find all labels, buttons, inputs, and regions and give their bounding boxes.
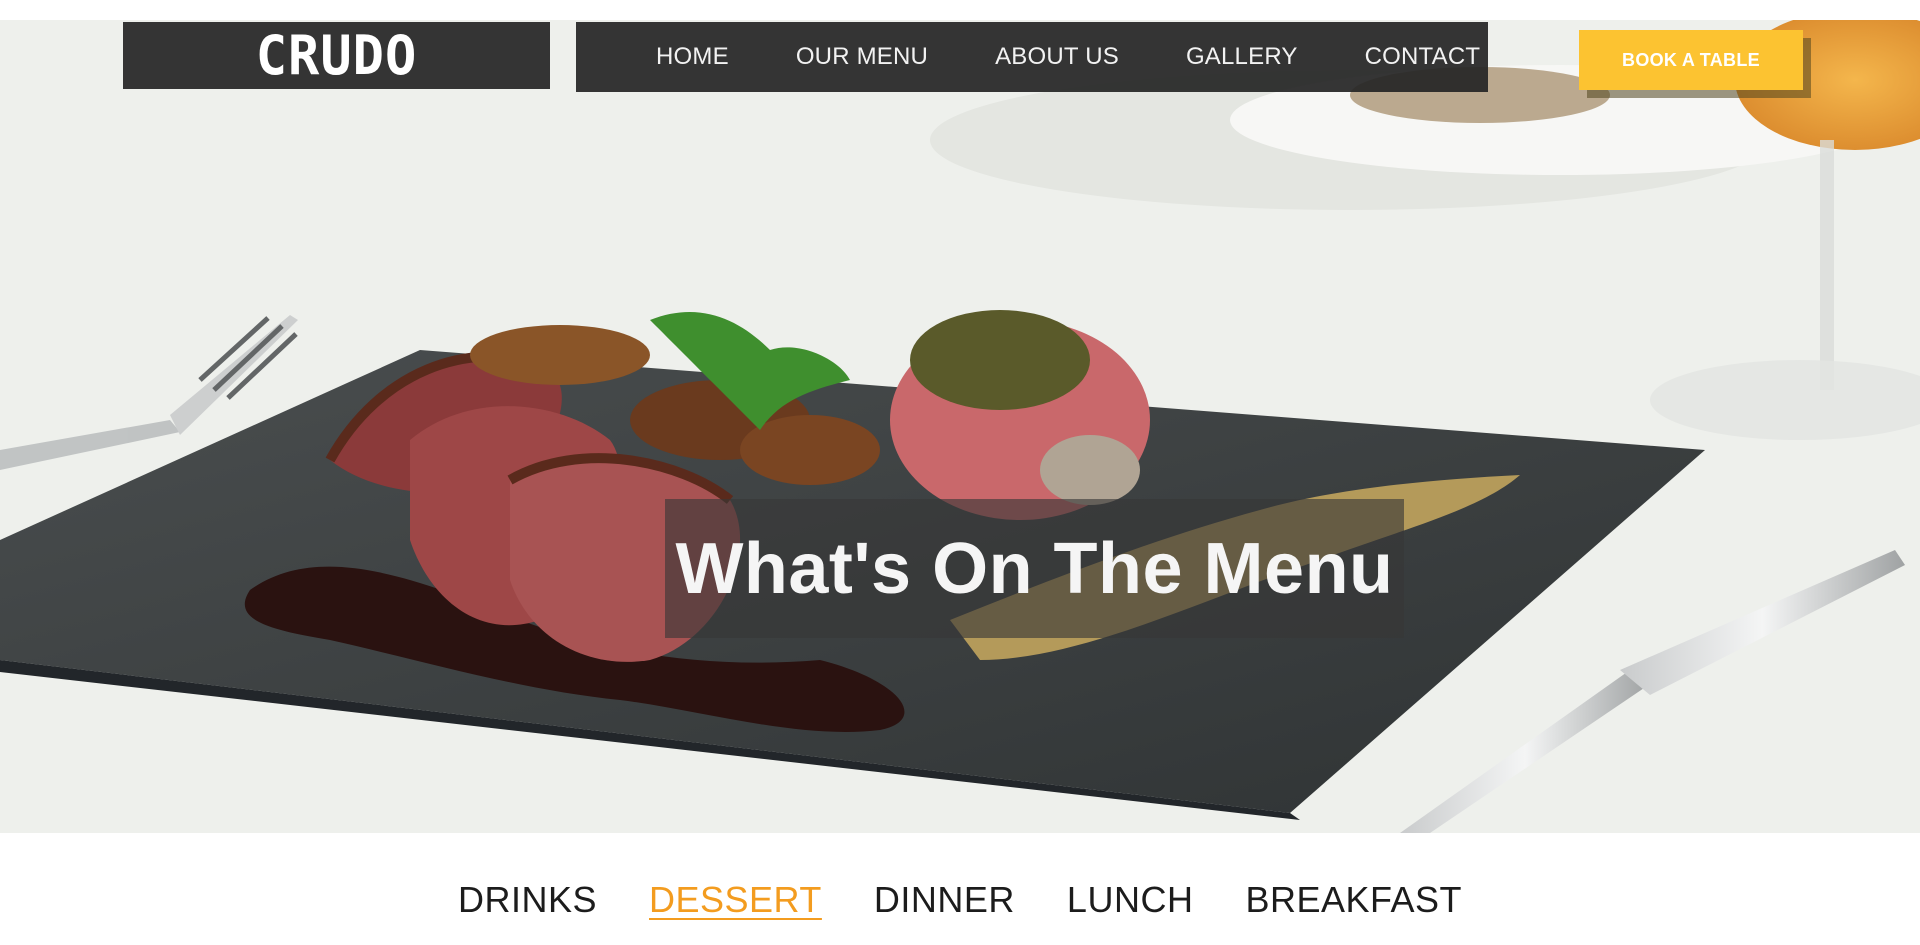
logo-bar[interactable]: CRUDO	[123, 22, 550, 89]
logo[interactable]: CRUDO	[256, 28, 418, 83]
tab-lunch[interactable]: LUNCH	[1067, 879, 1194, 921]
nav-about-us[interactable]: ABOUT US	[995, 43, 1119, 71]
menu-tabs: DRINKS DESSERT DINNER LUNCH BREAKFAST	[0, 870, 1920, 930]
main-nav: HOME OUR MENU ABOUT US GALLERY CONTACT	[576, 22, 1488, 92]
tab-breakfast[interactable]: BREAKFAST	[1245, 879, 1462, 921]
nav-contact[interactable]: CONTACT	[1365, 43, 1481, 71]
book-table-button[interactable]: BOOK A TABLE	[1579, 30, 1803, 90]
nav-our-menu[interactable]: OUR MENU	[796, 43, 928, 71]
nav-gallery[interactable]: GALLERY	[1186, 43, 1298, 71]
page-title: What's On The Menu	[675, 528, 1394, 609]
tab-dinner[interactable]: DINNER	[874, 879, 1015, 921]
headline-box: What's On The Menu	[665, 499, 1404, 638]
tab-drinks[interactable]: DRINKS	[458, 879, 597, 921]
tab-dessert[interactable]: DESSERT	[649, 879, 822, 921]
nav-home[interactable]: HOME	[656, 43, 729, 71]
hero-image	[0, 20, 1920, 833]
hero-food-illustration	[0, 20, 1920, 833]
